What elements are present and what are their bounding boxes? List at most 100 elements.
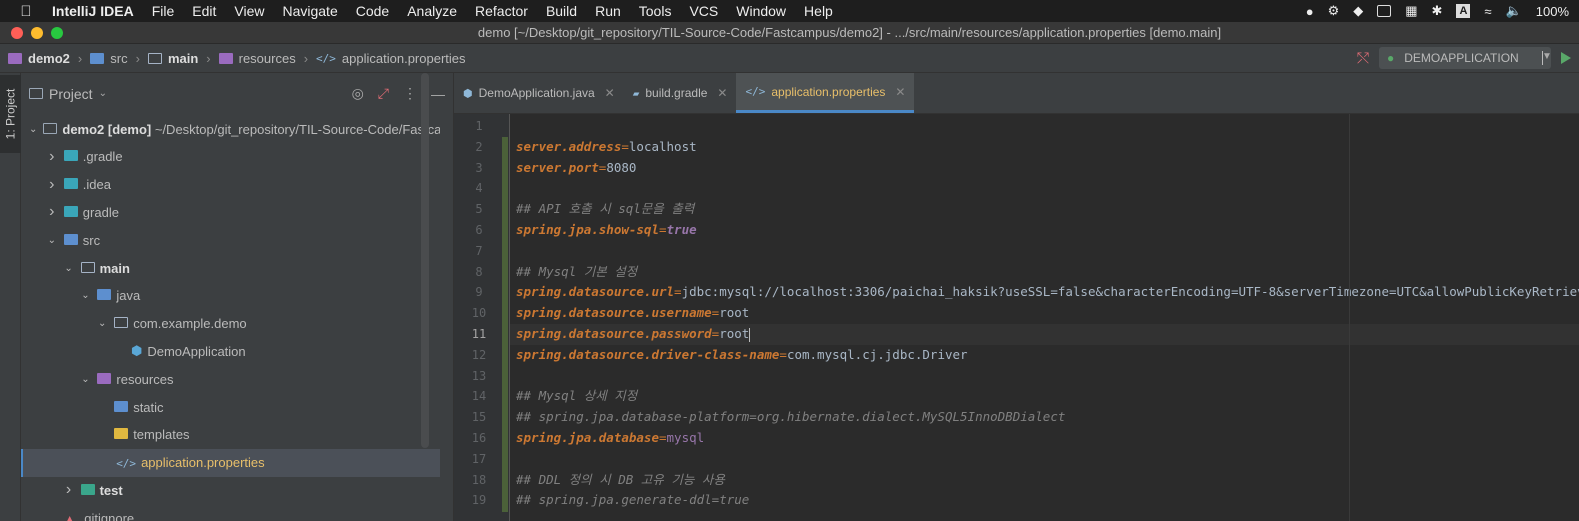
chevron-right-icon[interactable]: › xyxy=(46,176,58,194)
menu-navigate[interactable]: Navigate xyxy=(273,3,346,19)
menu-code[interactable]: Code xyxy=(347,3,398,19)
tree-item[interactable]: › gradle xyxy=(21,198,440,226)
menu-build[interactable]: Build xyxy=(537,3,586,19)
breadcrumb-item[interactable]: main xyxy=(168,51,198,66)
tree-item-label: gradle xyxy=(82,204,119,220)
chevron-down-icon[interactable]: ⌄ xyxy=(79,374,91,385)
build-hammer-icon[interactable]: ⤲ xyxy=(1357,50,1369,67)
menu-edit[interactable]: Edit xyxy=(183,3,225,19)
git-icon: ▲ xyxy=(63,511,76,521)
chevron-down-icon[interactable]: ⌄ xyxy=(63,263,75,274)
run-configuration-select[interactable]: ● DEMOAPPLICATION ▼ xyxy=(1379,47,1552,69)
chevron-right-icon[interactable]: › xyxy=(63,481,75,499)
chevron-down-icon[interactable]: ⌄ xyxy=(96,318,108,329)
code-line: server.port=8080 xyxy=(510,158,1579,179)
property-value: com.mysql.cj.jdbc.Driver xyxy=(786,346,968,362)
menu-window[interactable]: Window xyxy=(727,3,795,19)
breadcrumb-separator: › xyxy=(206,50,211,66)
line-number: 14 xyxy=(471,389,487,404)
breadcrumb-item[interactable]: resources xyxy=(239,51,296,66)
options-menu-icon[interactable]: ⋮ xyxy=(403,85,417,102)
zoom-window-button[interactable] xyxy=(51,26,63,39)
hide-panel-icon[interactable]: — xyxy=(431,86,445,102)
text-cursor xyxy=(749,327,751,342)
properties-file-icon: </> xyxy=(316,51,336,65)
tree-item[interactable]: ⌄ main xyxy=(21,254,440,282)
vcs-change-marker xyxy=(502,365,508,387)
chevron-down-icon[interactable]: ⌄ xyxy=(99,88,107,99)
close-tab-icon[interactable]: ✕ xyxy=(895,85,905,99)
code-view[interactable]: server.address=localhost server.port=8080… xyxy=(510,114,1579,521)
chevron-down-icon[interactable]: ⌄ xyxy=(46,235,58,246)
bluetooth-icon[interactable]: ✱ xyxy=(1432,3,1443,19)
tree-item[interactable]: templates xyxy=(21,421,440,449)
close-tab-icon[interactable]: ✕ xyxy=(717,86,727,100)
app-menu[interactable]: IntelliJ IDEA xyxy=(52,3,143,19)
menu-refactor[interactable]: Refactor xyxy=(466,3,537,19)
close-tab-icon[interactable]: ✕ xyxy=(605,86,615,100)
menu-view[interactable]: View xyxy=(225,3,273,19)
editor-tab[interactable]: </> application.properties ✕ xyxy=(736,73,915,113)
tree-item[interactable]: </> application.properties xyxy=(21,448,440,477)
menu-analyze[interactable]: Analyze xyxy=(398,3,466,19)
run-icon[interactable] xyxy=(1561,52,1571,64)
locate-file-icon[interactable]: ◎ xyxy=(352,85,364,102)
minimize-window-button[interactable] xyxy=(31,26,43,39)
close-window-button[interactable] xyxy=(11,26,23,39)
menu-tools[interactable]: Tools xyxy=(630,3,681,19)
tree-item[interactable]: ⌄ com.example.demo xyxy=(21,310,440,338)
tree-item[interactable]: ⌄ resources xyxy=(21,365,440,393)
chat-icon[interactable]: ● xyxy=(1306,4,1314,19)
menu-file[interactable]: File xyxy=(143,3,184,19)
code-line: ## spring.jpa.database-platform=org.hibe… xyxy=(510,407,1579,428)
breadcrumb-item[interactable]: demo2 xyxy=(28,51,70,66)
property-key: spring.datasource.driver-class-name xyxy=(516,346,780,362)
project-tree-scrollbar[interactable] xyxy=(421,73,429,448)
chevron-right-icon[interactable]: › xyxy=(46,203,58,221)
right-margin-guide xyxy=(1349,114,1350,521)
tree-item[interactable]: static xyxy=(21,393,440,421)
editor-tab[interactable]: ▰ build.gradle ✕ xyxy=(624,73,737,113)
input-source-icon[interactable]: A xyxy=(1456,4,1471,18)
accessibility-icon[interactable]: ⚙ xyxy=(1328,3,1340,19)
app-icon[interactable]: ◆ xyxy=(1353,3,1363,19)
tree-item[interactable]: ▲ .gitignore xyxy=(21,504,440,521)
project-view-selector[interactable]: Project xyxy=(49,86,93,102)
wifi-icon[interactable]: ≈ xyxy=(1484,4,1491,19)
menu-run[interactable]: Run xyxy=(586,3,630,19)
chevron-right-icon[interactable]: › xyxy=(46,148,58,166)
editor-tab[interactable]: ⬢ DemoApplication.java ✕ xyxy=(454,73,624,113)
line-number: 6 xyxy=(475,223,483,237)
chevron-down-icon[interactable]: ⌄ xyxy=(79,290,91,301)
tree-item[interactable]: ⬢ DemoApplication xyxy=(21,337,440,365)
code-icon: </> xyxy=(116,457,137,471)
folder-yellow-icon xyxy=(114,427,129,442)
tree-item[interactable]: ⌄ java xyxy=(21,282,440,310)
volume-icon[interactable]: 🔈 xyxy=(1506,3,1522,19)
java-class-icon: ⬢ xyxy=(463,86,473,100)
apple-menu-icon[interactable]:  xyxy=(0,3,52,20)
tree-item[interactable]: › .idea xyxy=(21,171,440,199)
collapse-all-icon[interactable]: ⤢ xyxy=(378,85,389,102)
window-icon[interactable] xyxy=(1377,5,1392,17)
breadcrumb-item[interactable]: src xyxy=(110,51,127,66)
tree-item[interactable]: ⌄ demo2 [demo] ~/Desktop/git_repository/T… xyxy=(21,115,440,143)
tree-item[interactable]: › .gradle xyxy=(21,143,440,171)
vcs-change-marker xyxy=(502,407,508,429)
project-tool-tab[interactable]: 1: Project xyxy=(0,75,21,153)
grid-icon[interactable]: ▦ xyxy=(1405,3,1417,19)
property-key: spring.datasource.url xyxy=(516,284,675,300)
tree-item[interactable]: › test xyxy=(21,476,440,504)
breadcrumb-separator: › xyxy=(135,50,140,66)
line-number: 2 xyxy=(475,139,483,154)
comment: ## spring.jpa.generate-ddl=true xyxy=(516,492,750,508)
menu-help[interactable]: Help xyxy=(795,3,842,19)
code-line: spring.datasource.url=jdbc:mysql://local… xyxy=(510,282,1579,303)
battery-percent[interactable]: 100% xyxy=(1536,4,1569,19)
spring-icon: ⬢ xyxy=(131,343,143,359)
breadcrumb-item[interactable]: application.properties xyxy=(342,51,466,66)
tree-item[interactable]: ⌄ src xyxy=(21,226,440,254)
menu-vcs[interactable]: VCS xyxy=(680,3,727,19)
chevron-down-icon[interactable]: ⌄ xyxy=(29,124,37,135)
